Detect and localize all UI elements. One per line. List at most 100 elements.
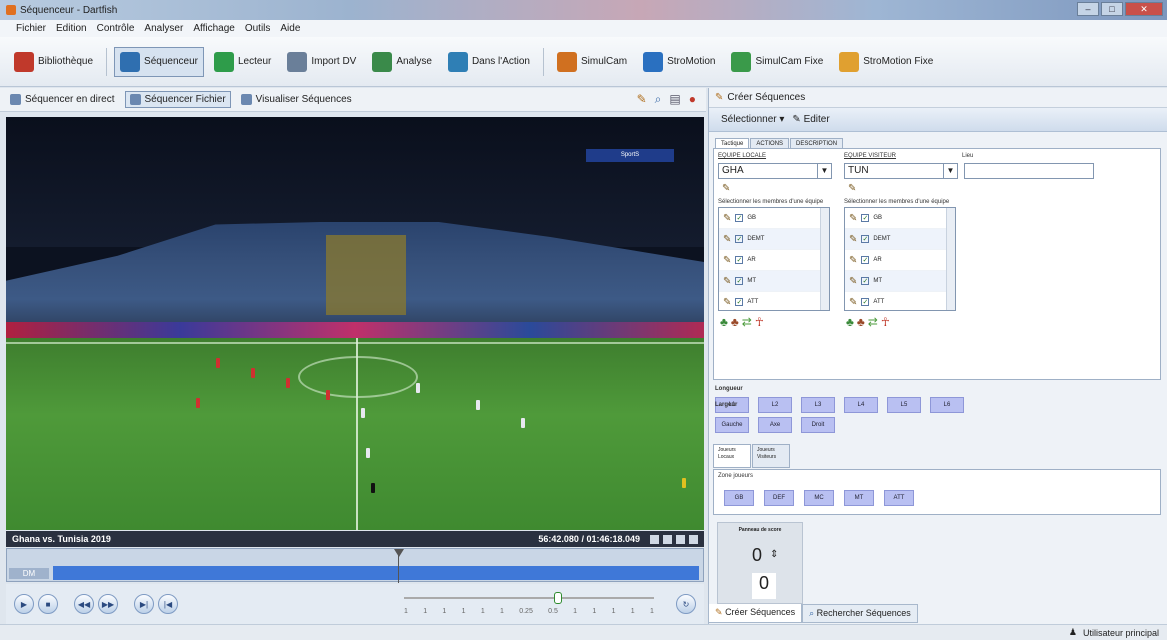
mark-in-button[interactable]: ▶| bbox=[134, 594, 154, 614]
timeline-track[interactable] bbox=[53, 566, 699, 580]
player-row[interactable]: ✎ ✓ AR bbox=[719, 250, 829, 271]
player-row[interactable]: ✎ ✓ MT bbox=[845, 271, 955, 292]
speed-slider[interactable]: 1 1 1 1 1 1 0.25 0.5 1 1 1 1 1 bbox=[404, 591, 654, 617]
home-player-list[interactable]: ✎ ✓ GB ✎ ✓ DEMT ✎ ✓ AR ✎ ✓ MT ✎ ✓ ATT bbox=[718, 207, 830, 311]
away-team-select[interactable]: TUN ▼ bbox=[844, 163, 958, 179]
add-group-icon[interactable]: ♣ bbox=[846, 315, 854, 329]
settings-icon[interactable] bbox=[689, 534, 698, 544]
tab-view-sequences[interactable]: Visualiser Séquences bbox=[237, 92, 356, 107]
minimize-button[interactable]: – bbox=[1077, 2, 1099, 16]
player-checkbox[interactable]: ✓ bbox=[735, 235, 744, 243]
playhead-marker[interactable] bbox=[394, 549, 404, 557]
next-frame-button[interactable]: ▶▶ bbox=[98, 594, 118, 614]
longueur-button[interactable]: L6 bbox=[930, 397, 964, 413]
player-row[interactable]: ✎ ✓ ATT bbox=[845, 292, 955, 310]
player-row[interactable]: ✎ ✓ GB bbox=[845, 208, 955, 229]
edit-button[interactable]: ✎ Editer bbox=[792, 114, 829, 125]
zones-button[interactable]: MC bbox=[804, 490, 834, 506]
pencil-icon[interactable]: ✎ bbox=[723, 234, 731, 245]
tab-create-sequences[interactable]: ✎ Créer Séquences bbox=[708, 604, 803, 623]
add-group-icon[interactable]: ♣ bbox=[720, 315, 728, 329]
player-checkbox[interactable]: ✓ bbox=[861, 256, 870, 264]
timeline[interactable]: DM bbox=[6, 548, 704, 583]
largeur-button[interactable]: Axe bbox=[758, 417, 792, 433]
list-scrollbar[interactable] bbox=[946, 208, 955, 310]
remove-group-icon[interactable]: ♣ bbox=[731, 315, 739, 329]
tab-live-sequencing[interactable]: Séquencer en direct bbox=[6, 92, 119, 107]
player-checkbox[interactable]: ✓ bbox=[861, 277, 870, 285]
search-icon[interactable]: ⌕ bbox=[655, 92, 662, 107]
prev-frame-button[interactable]: ◀◀ bbox=[74, 594, 94, 614]
longueur-button[interactable]: L3 bbox=[801, 397, 835, 413]
player-checkbox[interactable]: ✓ bbox=[735, 298, 744, 306]
toolbar-button-1[interactable]: Séquenceur bbox=[114, 46, 204, 77]
player-row[interactable]: ✎ ✓ DEMT bbox=[719, 229, 829, 250]
longueur-button[interactable]: L5 bbox=[887, 397, 921, 413]
home-team-select[interactable]: GHA ▼ bbox=[718, 163, 832, 179]
zones-button[interactable]: GB bbox=[724, 490, 754, 506]
toolbar-button-3[interactable]: Import DV bbox=[281, 47, 362, 77]
play-button[interactable]: ▶ bbox=[14, 594, 34, 614]
toolbar-button-4[interactable]: Analyse bbox=[366, 47, 438, 77]
pencil-icon[interactable]: ✎ bbox=[848, 184, 858, 194]
move-icon[interactable]: ⇄ bbox=[868, 315, 878, 329]
toolbar-button-8[interactable]: SimulCam Fixe bbox=[725, 47, 829, 77]
tab-file-sequencing[interactable]: Séquencer Fichier bbox=[124, 91, 231, 108]
pencil-icon[interactable]: ✎ bbox=[723, 255, 731, 266]
toolbar-button-6[interactable]: SimulCam bbox=[551, 47, 633, 77]
spinner-icon[interactable]: ⇕ bbox=[770, 549, 778, 560]
list-scrollbar[interactable] bbox=[820, 208, 829, 310]
tab-home-players[interactable]: Joueurs Locaux bbox=[713, 444, 751, 468]
largeur-button[interactable]: Gauche bbox=[715, 417, 749, 433]
pencil-icon[interactable]: ✎ bbox=[723, 297, 731, 308]
pencil-icon[interactable]: ✎ bbox=[849, 255, 857, 266]
player-row[interactable]: ✎ ✓ ATT bbox=[719, 292, 829, 310]
pencil-icon[interactable]: ✎ bbox=[849, 276, 857, 287]
score-top[interactable]: 0 bbox=[752, 545, 762, 566]
menu-outils[interactable]: Outils bbox=[245, 23, 271, 34]
menu-fichier[interactable]: Fichier bbox=[16, 23, 46, 34]
zones-button[interactable]: DEF bbox=[764, 490, 794, 506]
player-checkbox[interactable]: ✓ bbox=[861, 214, 870, 222]
remove-group-icon[interactable]: ♣ bbox=[857, 315, 865, 329]
maximize-button[interactable]: □ bbox=[1101, 2, 1123, 16]
toolbar-button-0[interactable]: Bibliothèque bbox=[8, 47, 99, 77]
player-checkbox[interactable]: ✓ bbox=[735, 277, 744, 285]
person-icon[interactable]: ☥ bbox=[881, 315, 890, 329]
menu-analyser[interactable]: Analyser bbox=[144, 23, 183, 34]
mark-out-button[interactable]: |◀ bbox=[158, 594, 178, 614]
place-input[interactable] bbox=[964, 163, 1094, 179]
video-viewport[interactable]: SportS bbox=[6, 117, 704, 530]
pencil-icon[interactable]: ✎ bbox=[849, 234, 857, 245]
pencil-icon[interactable]: ✎ bbox=[849, 213, 857, 224]
speed-knob[interactable] bbox=[554, 592, 562, 604]
pencil-icon[interactable]: ✎ bbox=[849, 297, 857, 308]
pencil-icon[interactable]: ✎ bbox=[722, 184, 732, 194]
zones-button[interactable]: ATT bbox=[884, 490, 914, 506]
pencil-icon[interactable]: ✎ bbox=[637, 92, 647, 107]
tab-away-players[interactable]: Joueurs Visiteurs bbox=[752, 444, 790, 468]
toolbar-button-9[interactable]: StroMotion Fixe bbox=[833, 47, 939, 77]
menu-aide[interactable]: Aide bbox=[280, 23, 300, 34]
loop-button[interactable]: ↻ bbox=[676, 594, 696, 614]
player-checkbox[interactable]: ✓ bbox=[735, 256, 744, 264]
player-row[interactable]: ✎ ✓ AR bbox=[845, 250, 955, 271]
player-row[interactable]: ✎ ✓ GB bbox=[719, 208, 829, 229]
snapshot-icon[interactable] bbox=[663, 534, 672, 544]
away-player-list[interactable]: ✎ ✓ GB ✎ ✓ DEMT ✎ ✓ AR ✎ ✓ MT ✎ ✓ ATT bbox=[844, 207, 956, 311]
menu-controle[interactable]: Contrôle bbox=[97, 23, 135, 34]
player-row[interactable]: ✎ ✓ DEMT bbox=[845, 229, 955, 250]
menu-edition[interactable]: Edition bbox=[56, 23, 87, 34]
person-icon[interactable]: ☥ bbox=[755, 315, 764, 329]
fit-icon[interactable] bbox=[676, 534, 685, 544]
tab-search-sequences[interactable]: ⌕ Rechercher Séquences bbox=[802, 604, 918, 623]
score-bottom[interactable]: 0 bbox=[752, 573, 776, 599]
select-button[interactable]: Sélectionner ▾ bbox=[721, 114, 784, 125]
menu-affichage[interactable]: Affichage bbox=[193, 23, 235, 34]
player-checkbox[interactable]: ✓ bbox=[861, 235, 870, 243]
layers-icon[interactable]: ▤ bbox=[669, 92, 680, 107]
toolbar-button-2[interactable]: Lecteur bbox=[208, 47, 277, 77]
longueur-button[interactable]: L2 bbox=[758, 397, 792, 413]
record-icon[interactable]: ● bbox=[689, 92, 696, 107]
player-checkbox[interactable]: ✓ bbox=[861, 298, 870, 306]
